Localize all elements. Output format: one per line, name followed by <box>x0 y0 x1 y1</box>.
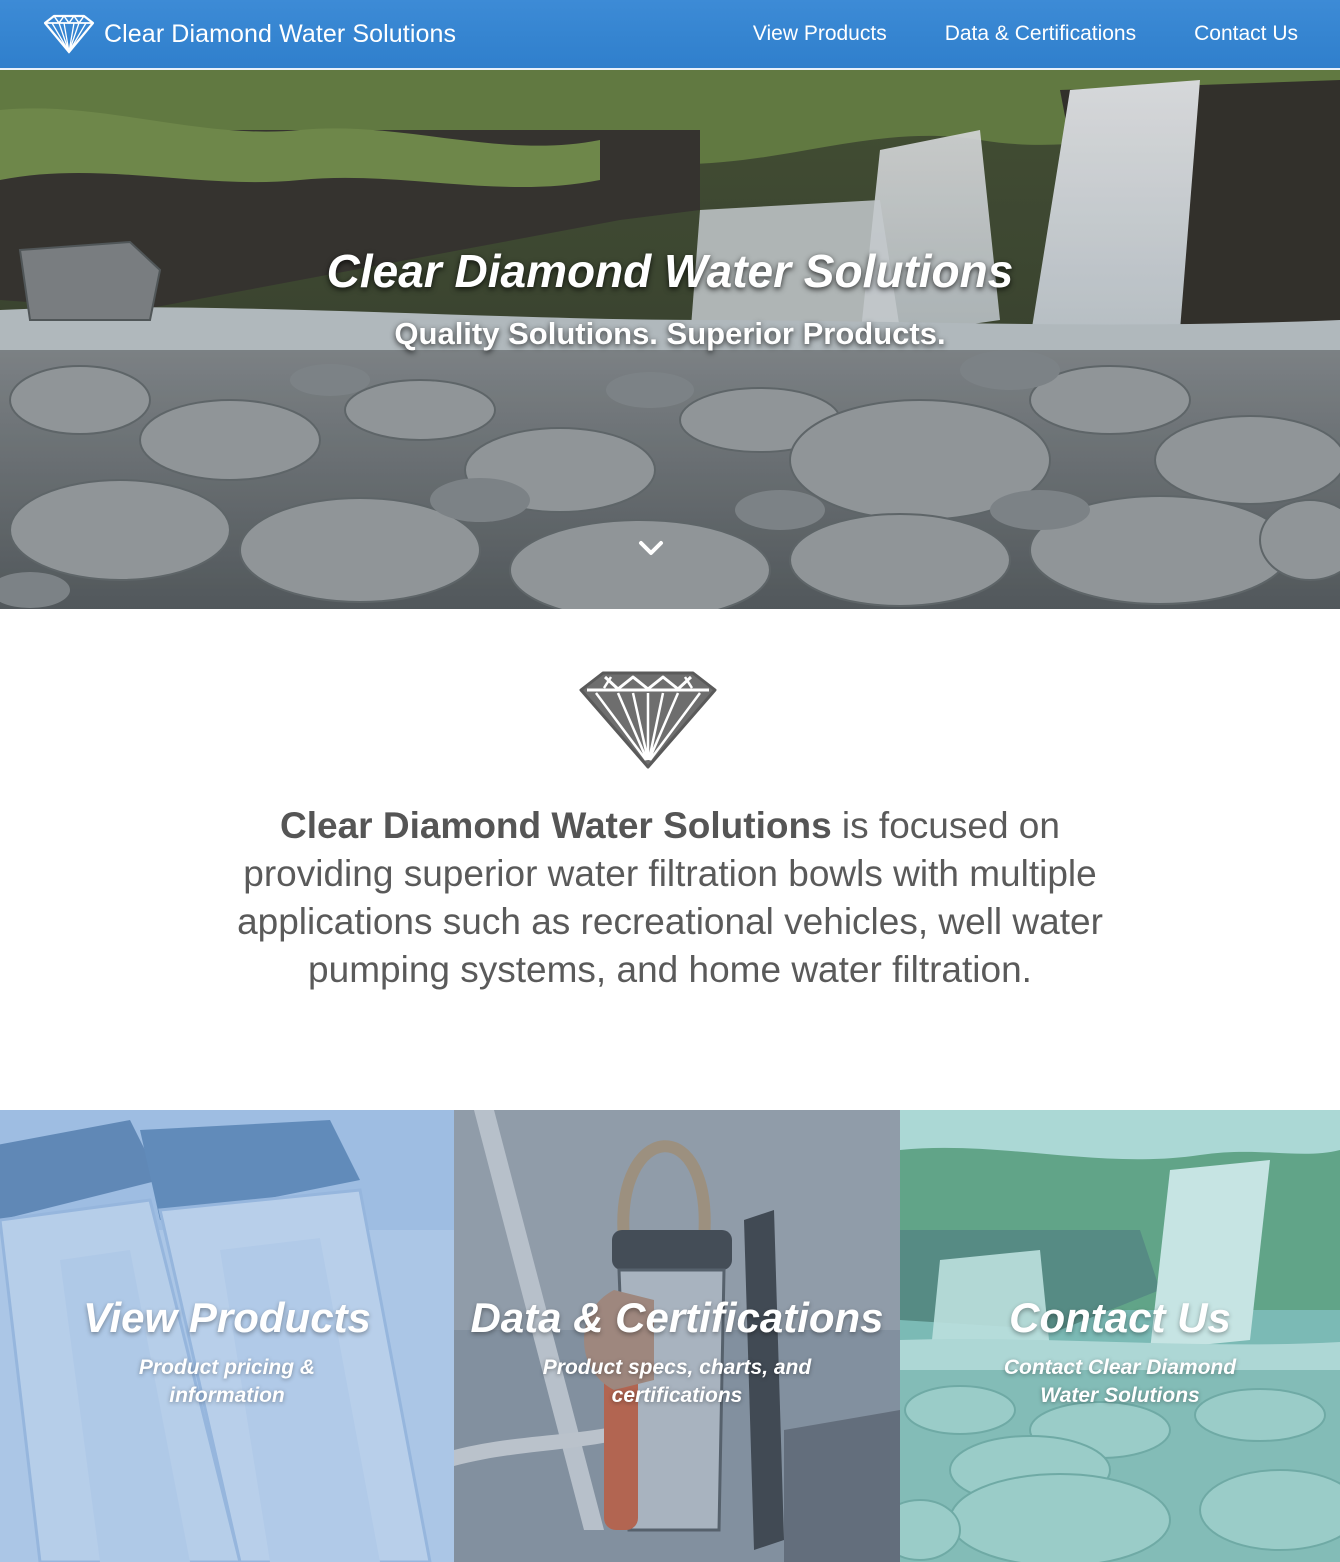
brand-name: Clear Diamond Water Solutions <box>104 19 457 48</box>
hero-banner: Clear Diamond Water Solutions Quality So… <box>0 70 1340 609</box>
feature-tiles: View Products Product pricing & informat… <box>0 1110 1340 1562</box>
tile-view-products-subtitle: Product pricing & information <box>138 1356 316 1407</box>
nav-data-certifications[interactable]: Data & Certifications <box>945 22 1136 46</box>
tile-data-certifications-title: Data & Certifications <box>470 1294 884 1341</box>
nav-contact-us[interactable]: Contact Us <box>1194 22 1298 46</box>
hero-title: Clear Diamond Water Solutions <box>326 245 1014 297</box>
main-nav: View Products Data & Certifications Cont… <box>695 0 1298 68</box>
brand-link[interactable]: Clear Diamond Water Solutions <box>42 14 456 54</box>
chevron-down-icon[interactable] <box>638 538 664 558</box>
nav-view-products[interactable]: View Products <box>753 22 887 46</box>
diamond-logo-icon <box>43 14 95 54</box>
tile-contact-us-subtitle: Contact Clear Diamond Water Solutions <box>1003 1356 1237 1407</box>
tile-contact-us[interactable]: Contact Us Contact Clear Diamond Water S… <box>900 1110 1340 1562</box>
hero-subtitle: Quality Solutions. Superior Products. <box>394 316 946 351</box>
tile-data-certifications-subtitle: Product specs, charts, and certification… <box>542 1356 812 1407</box>
intro-company-name: Clear Diamond Water Solutions <box>280 805 832 846</box>
tile-view-products[interactable]: View Products Product pricing & informat… <box>0 1110 454 1562</box>
top-navbar: Clear Diamond Water Solutions View Produ… <box>0 0 1340 70</box>
diamond-icon <box>579 671 717 769</box>
tile-view-products-title: View Products <box>83 1294 371 1341</box>
tile-contact-us-title: Contact Us <box>1009 1294 1231 1341</box>
tile-data-certifications[interactable]: Data & Certifications Product specs, cha… <box>454 1110 900 1562</box>
intro-paragraph: Clear Diamond Water Solutions is focused… <box>200 802 1140 994</box>
